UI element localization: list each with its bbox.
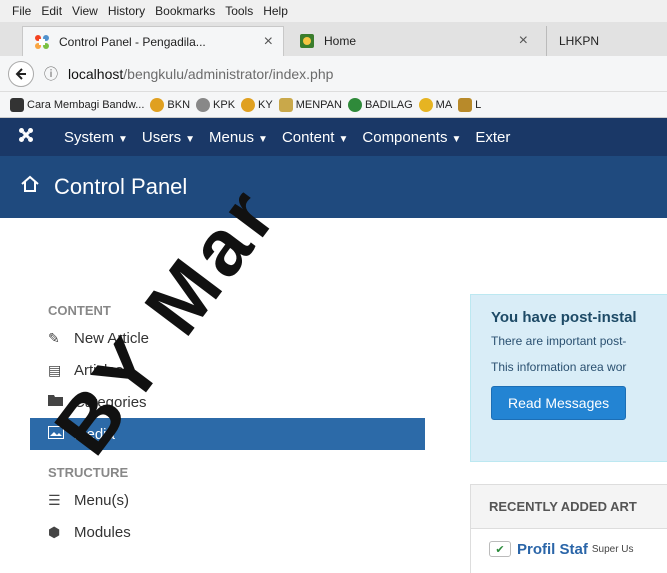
list-icon: ☰	[48, 491, 61, 508]
nav-menus[interactable]: Menus ▼	[209, 129, 268, 146]
cube-icon: ⬢	[48, 523, 61, 540]
bookmark-favicon-icon	[458, 97, 473, 112]
post-install-alert: You have post-instal There are important…	[470, 294, 667, 462]
garuda-icon	[241, 97, 256, 112]
nav-system[interactable]: System ▼	[64, 129, 128, 146]
tab-control-panel[interactable]: Control Panel - Pengadila... ×	[22, 26, 284, 56]
menu-history[interactable]: History	[108, 4, 145, 18]
menu-view[interactable]: View	[72, 4, 98, 18]
check-icon[interactable]: ✔	[489, 541, 511, 557]
garuda-icon	[150, 97, 165, 112]
nav-components[interactable]: Components ▼	[362, 129, 461, 146]
menu-tools[interactable]: Tools	[225, 4, 253, 18]
sidebar: CONTENT ✎ New Article ▤ Articles Categor…	[30, 300, 425, 548]
nav-content[interactable]: Content ▼	[282, 129, 348, 146]
recent-articles-heading: RECENTLY ADDED ART	[471, 485, 667, 529]
sidebar-heading-content: CONTENT	[48, 303, 111, 318]
close-tab-icon[interactable]: ×	[264, 33, 273, 51]
caret-down-icon: ▼	[118, 133, 128, 145]
browser-navbar: ⓘ localhost/bengkulu/administrator/index…	[0, 56, 667, 92]
admin-navbar: System ▼ Users ▼ Menus ▼ Content ▼ Component…	[0, 118, 667, 156]
tab-title: Control Panel - Pengadila...	[59, 34, 206, 49]
article-title-link[interactable]: Profil Staf	[517, 541, 588, 558]
bookmarks-toolbar: Cara Membagi Bandw... BKN KPK KY MENPAN …	[0, 92, 667, 118]
kpk-icon	[196, 97, 211, 112]
bookmark-item[interactable]: BKN	[150, 97, 190, 112]
bookmark-item[interactable]: L	[458, 97, 481, 112]
close-tab-icon[interactable]: ×	[519, 32, 528, 50]
image-icon	[48, 426, 74, 442]
tab-lhkpn[interactable]: LHKPN	[546, 26, 667, 56]
sidebar-heading-structure: STRUCTURE	[48, 465, 129, 480]
table-row: ✔ Profil Staf Super Us	[471, 529, 667, 569]
page-title: Control Panel	[54, 174, 188, 199]
sidebar-item-media[interactable]: Media	[30, 418, 425, 450]
alert-text: There are important post-	[491, 334, 627, 348]
tab-title: LHKPN	[559, 34, 600, 48]
bookmark-item[interactable]: KPK	[196, 97, 235, 112]
badilag-icon	[347, 97, 362, 112]
home-icon	[20, 175, 40, 199]
bookmark-item[interactable]: KY	[241, 97, 273, 112]
recent-articles-panel: RECENTLY ADDED ART ✔ Profil Staf Super U…	[470, 484, 667, 573]
caret-down-icon: ▼	[451, 133, 462, 145]
bookmark-favicon-icon	[10, 97, 24, 112]
joomla-logo-icon[interactable]	[18, 127, 40, 148]
nav-users[interactable]: Users ▼	[142, 129, 195, 146]
folder-icon	[48, 394, 74, 410]
bookmark-item[interactable]: MA	[418, 97, 452, 112]
nav-extensions[interactable]: Exter	[475, 129, 510, 146]
caret-down-icon: ▼	[185, 133, 195, 145]
alert-title: You have post-instal	[491, 309, 637, 326]
address-bar[interactable]: ⓘ localhost/bengkulu/administrator/index…	[44, 64, 333, 84]
menu-bookmarks[interactable]: Bookmarks	[155, 4, 215, 18]
caret-down-icon: ▼	[258, 133, 268, 145]
article-author: Super Us	[591, 543, 634, 555]
tab-strip: Control Panel - Pengadila... × Home × LH…	[0, 22, 667, 56]
menu-edit[interactable]: Edit	[41, 4, 62, 18]
stack-icon: ▤	[48, 361, 62, 378]
alert-text: This information area wor	[491, 360, 627, 374]
back-arrow-icon[interactable]	[8, 60, 34, 87]
sidebar-item-categories[interactable]: Categories	[30, 386, 425, 418]
sidebar-item-menus[interactable]: ☰ Menu(s)	[30, 484, 425, 516]
info-icon[interactable]: ⓘ	[44, 64, 58, 84]
bookmark-item[interactable]: MENPAN	[278, 97, 342, 112]
menu-file[interactable]: File	[12, 4, 31, 18]
bookmark-item[interactable]: Cara Membagi Bandw...	[10, 97, 144, 112]
url-host: localhost	[68, 65, 124, 82]
sidebar-item-modules[interactable]: ⬢ Modules	[30, 516, 425, 548]
page-header: Control Panel	[0, 156, 667, 218]
browser-menubar: File Edit View History Bookmarks Tools H…	[0, 0, 667, 22]
menpan-icon	[278, 97, 293, 112]
bookmark-item[interactable]: BADILAG	[347, 97, 413, 112]
site-favicon-icon	[298, 33, 316, 49]
caret-down-icon: ▼	[338, 133, 349, 145]
pencil-icon: ✎	[48, 329, 60, 346]
sidebar-item-new-article[interactable]: ✎ New Article	[30, 322, 425, 354]
joomla-favicon-icon	[33, 34, 51, 50]
read-messages-button[interactable]: Read Messages	[491, 386, 627, 420]
menu-help[interactable]: Help	[263, 4, 288, 18]
url-path: /bengkulu/administrator/index.php	[123, 65, 334, 82]
tab-title: Home	[324, 34, 357, 48]
ma-icon	[418, 97, 433, 112]
tab-home[interactable]: Home ×	[288, 26, 538, 56]
sidebar-item-articles[interactable]: ▤ Articles	[30, 354, 425, 386]
